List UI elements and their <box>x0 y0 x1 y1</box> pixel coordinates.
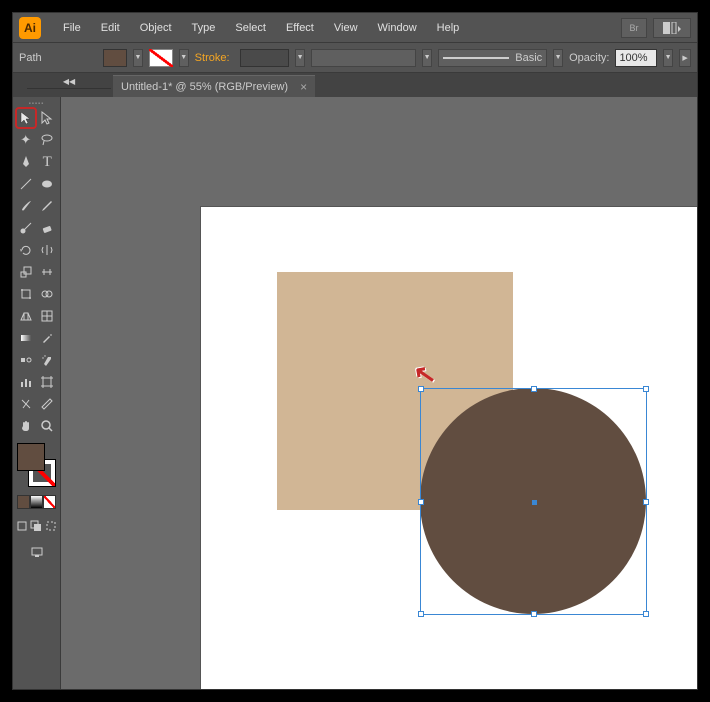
control-overflow[interactable]: ▶ <box>679 49 691 67</box>
ellipse-tool[interactable] <box>37 173 59 195</box>
menu-select[interactable]: Select <box>225 22 276 34</box>
brush-preview[interactable]: Basic <box>438 49 547 67</box>
tools-panel: ▪▪▪▪▪ ✦ T <box>13 97 61 689</box>
rotate-tool[interactable] <box>15 239 37 261</box>
bridge-button[interactable]: Br <box>621 18 647 38</box>
menu-object[interactable]: Object <box>130 22 182 34</box>
slice-tool[interactable] <box>15 393 37 415</box>
menu-window[interactable]: Window <box>368 22 427 34</box>
control-bar: Path ▼ ▼ Stroke: ▼ ▼ Basic ▼ Opacity: 10… <box>13 43 697 73</box>
selection-handle[interactable] <box>418 386 424 392</box>
gradient-tool[interactable] <box>15 327 37 349</box>
selection-handle[interactable] <box>643 386 649 392</box>
lasso-tool[interactable] <box>37 129 59 151</box>
close-icon[interactable]: × <box>300 80 307 94</box>
fill-color-box[interactable] <box>17 443 45 471</box>
column-graph-tool[interactable] <box>15 371 37 393</box>
stroke-label: Stroke: <box>195 52 230 64</box>
selection-mode-label: Path <box>19 52 42 64</box>
stroke-swatch[interactable] <box>149 49 173 67</box>
pencil-tool[interactable] <box>37 195 59 217</box>
stroke-profile-dropdown[interactable]: ▼ <box>422 49 432 67</box>
eraser-tool[interactable] <box>37 217 59 239</box>
menu-type[interactable]: Type <box>182 22 226 34</box>
document-tab-bar: Untitled-1* @ 55% (RGB/Preview) × <box>13 73 697 97</box>
shape-builder-tool[interactable] <box>37 283 59 305</box>
fill-stroke-indicator[interactable] <box>17 443 56 487</box>
zoom-tool[interactable] <box>37 415 59 437</box>
document-tab-label: Untitled-1* @ 55% (RGB/Preview) <box>121 81 288 93</box>
artboard-tool[interactable] <box>37 371 59 393</box>
width-tool[interactable] <box>37 261 59 283</box>
selection-handle[interactable] <box>418 499 424 505</box>
brush-line-icon <box>443 57 509 59</box>
symbol-sprayer-tool[interactable] <box>37 349 59 371</box>
free-transform-tool[interactable] <box>15 283 37 305</box>
selection-handle[interactable] <box>531 386 537 392</box>
mesh-tool[interactable] <box>37 305 59 327</box>
reflect-tool[interactable] <box>37 239 59 261</box>
screen-mode-button[interactable] <box>26 541 48 563</box>
direct-selection-tool[interactable] <box>37 107 59 129</box>
none-mode-button[interactable] <box>43 495 56 509</box>
line-tool[interactable] <box>15 173 37 195</box>
draw-inside-button[interactable] <box>44 515 58 537</box>
selection-handle[interactable] <box>643 499 649 505</box>
menu-file[interactable]: File <box>53 22 91 34</box>
panel-collapse-button[interactable]: ◀◀ <box>27 75 111 89</box>
measure-tool[interactable] <box>37 393 59 415</box>
menu-view[interactable]: View <box>324 22 368 34</box>
eyedropper-tool[interactable] <box>37 327 59 349</box>
gradient-mode-button[interactable] <box>30 495 43 509</box>
workspace-switcher[interactable] <box>653 18 691 38</box>
perspective-grid-tool[interactable] <box>15 305 37 327</box>
stroke-width-dropdown[interactable]: ▼ <box>295 49 305 67</box>
magic-wand-tool[interactable]: ✦ <box>15 129 37 151</box>
selection-bounding-box[interactable] <box>420 388 647 615</box>
app-window: Ai File Edit Object Type Select Effect V… <box>12 12 698 690</box>
brush-tool[interactable] <box>15 195 37 217</box>
opacity-label: Opacity: <box>569 52 609 64</box>
draw-normal-button[interactable] <box>15 515 29 537</box>
app-logo: Ai <box>19 17 41 39</box>
canvas[interactable]: ↖ <box>61 97 697 689</box>
selection-tool[interactable] <box>15 107 37 129</box>
fill-dropdown[interactable]: ▼ <box>133 49 143 67</box>
menu-effect[interactable]: Effect <box>276 22 324 34</box>
stroke-width-input[interactable] <box>240 49 290 67</box>
draw-behind-button[interactable] <box>29 515 43 537</box>
menu-bar: Ai File Edit Object Type Select Effect V… <box>13 13 697 43</box>
opacity-dropdown[interactable]: ▼ <box>663 49 673 67</box>
hand-tool[interactable] <box>15 415 37 437</box>
type-tool[interactable]: T <box>37 151 59 173</box>
pen-tool[interactable] <box>15 151 37 173</box>
scale-tool[interactable] <box>15 261 37 283</box>
selection-handle[interactable] <box>531 611 537 617</box>
stroke-dropdown[interactable]: ▼ <box>179 49 189 67</box>
stroke-profile[interactable] <box>311 49 416 67</box>
main-area: ▪▪▪▪▪ ✦ T <box>13 97 697 689</box>
brush-dropdown[interactable]: ▼ <box>553 49 563 67</box>
menu-help[interactable]: Help <box>427 22 470 34</box>
blend-tool[interactable] <box>15 349 37 371</box>
color-mode-button[interactable] <box>17 495 30 509</box>
selection-center-icon <box>532 500 537 505</box>
opacity-input[interactable]: 100% <box>615 49 657 67</box>
blob-brush-tool[interactable] <box>15 217 37 239</box>
selection-handle[interactable] <box>643 611 649 617</box>
menu-edit[interactable]: Edit <box>91 22 130 34</box>
layout-icon <box>663 22 681 34</box>
document-tab[interactable]: Untitled-1* @ 55% (RGB/Preview) × <box>113 75 315 97</box>
selection-handle[interactable] <box>418 611 424 617</box>
artboard[interactable]: ↖ <box>201 207 697 689</box>
fill-swatch[interactable] <box>103 49 127 67</box>
